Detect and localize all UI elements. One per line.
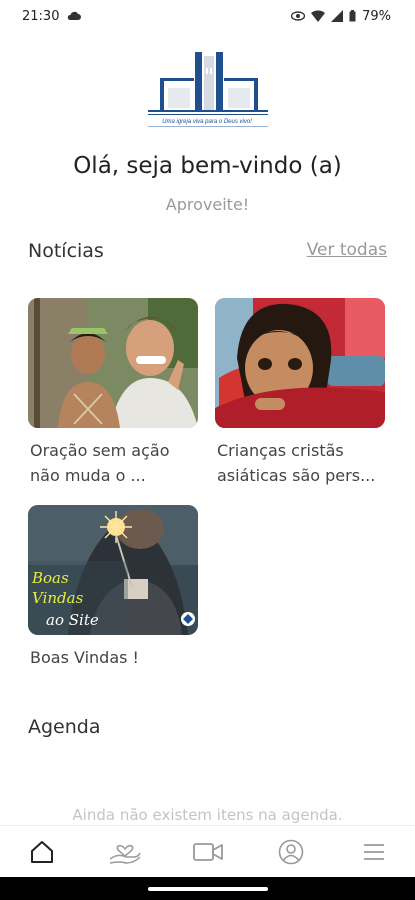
- video-camera-icon: [192, 842, 223, 861]
- battery-percent: 79%: [362, 8, 391, 24]
- news-card[interactable]: Oração sem ação não muda o ...: [28, 298, 198, 488]
- agenda-empty-message: Ainda não existem itens na agenda.: [72, 806, 343, 824]
- status-bar: 21:30 79%: [0, 0, 415, 32]
- battery-icon: [349, 10, 356, 22]
- nav-profile-button[interactable]: [266, 832, 316, 872]
- nav-video-button[interactable]: [183, 832, 233, 872]
- donation-hand-icon: [109, 844, 141, 864]
- news-caption[interactable]: Boas Vindas !: [28, 645, 198, 670]
- cloud-icon: [68, 11, 82, 20]
- news-card[interactable]: Boas Vindas ao Site Boas Vindas !: [28, 505, 198, 670]
- news-image-missionary-child[interactable]: [28, 298, 198, 428]
- nav-menu-button[interactable]: [349, 832, 399, 872]
- news-image-welcome-sparkler[interactable]: Boas Vindas ao Site: [28, 505, 198, 635]
- menu-icon: [363, 843, 384, 860]
- signal-icon: [331, 10, 344, 22]
- agenda-section-title: Agenda: [28, 716, 101, 738]
- nav-donation-button[interactable]: [100, 832, 150, 872]
- status-time: 21:30: [22, 8, 60, 24]
- wifi-icon: [311, 10, 326, 22]
- svg-text:Vindas: Vindas: [32, 589, 84, 607]
- eye-icon: [291, 11, 306, 21]
- svg-text:ao Site: ao Site: [46, 611, 99, 629]
- welcome-image-text: Boas: [31, 569, 69, 587]
- news-image-asian-child[interactable]: [215, 298, 385, 428]
- news-caption[interactable]: Oração sem ação não muda o ...: [28, 438, 198, 488]
- welcome-heading: Olá, seja bem-vindo (a): [73, 153, 342, 179]
- profile-icon: [278, 839, 303, 864]
- logo-tagline: Uma igreja viva para o Deus vivo!: [162, 119, 252, 125]
- news-caption[interactable]: Crianças cristãs asiáticas são pers...: [215, 438, 385, 488]
- news-section-title: Notícias: [28, 240, 104, 262]
- bottom-navigation: [0, 825, 415, 877]
- news-card[interactable]: Crianças cristãs asiáticas são pers...: [215, 298, 385, 488]
- church-logo: Uma igreja viva para o Deus vivo!: [140, 48, 275, 138]
- welcome-subtitle: Aproveite!: [165, 195, 250, 214]
- see-all-news-link[interactable]: Ver todas: [307, 240, 387, 260]
- nav-home-button[interactable]: [17, 832, 67, 872]
- home-icon: [30, 840, 53, 863]
- home-gesture-handle[interactable]: [148, 887, 268, 891]
